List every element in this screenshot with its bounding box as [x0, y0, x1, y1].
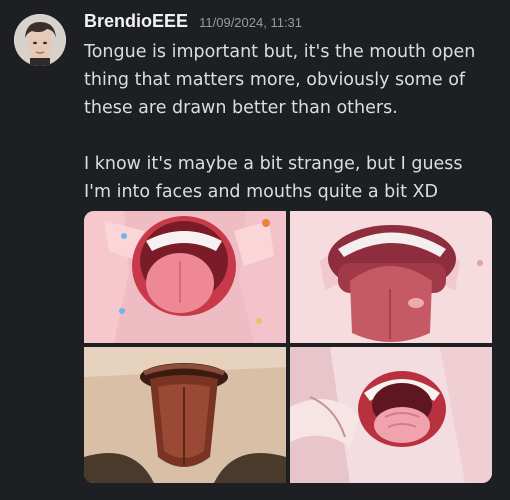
chat-message: BrendioEEE 11/09/2024, 11:31 Tongue is i… [0, 0, 510, 500]
username[interactable]: BrendioEEE [84, 11, 188, 31]
attachment-artwork-4 [290, 347, 492, 483]
attachment-artwork-1 [84, 211, 286, 343]
image-attachment-3[interactable] [84, 347, 286, 483]
attachment-artwork-3 [84, 347, 286, 483]
attachment-artwork-2 [290, 211, 492, 343]
message-paragraph-1: Tongue is important but, it's the mouth … [84, 42, 476, 118]
avatar-image [14, 14, 66, 66]
message-timestamp: 11/09/2024, 11:31 [199, 15, 303, 30]
image-attachments-grid [84, 211, 492, 483]
image-attachment-4[interactable] [290, 347, 492, 483]
user-avatar[interactable] [14, 14, 66, 66]
image-attachment-1[interactable] [84, 211, 286, 343]
image-attachment-2[interactable] [290, 211, 492, 343]
message-paragraph-2: I know it's maybe a bit strange, but I g… [84, 154, 463, 202]
message-content: Tongue is important but, it's the mouth … [84, 38, 494, 206]
message-header: BrendioEEE 11/09/2024, 11:31 [84, 11, 302, 32]
